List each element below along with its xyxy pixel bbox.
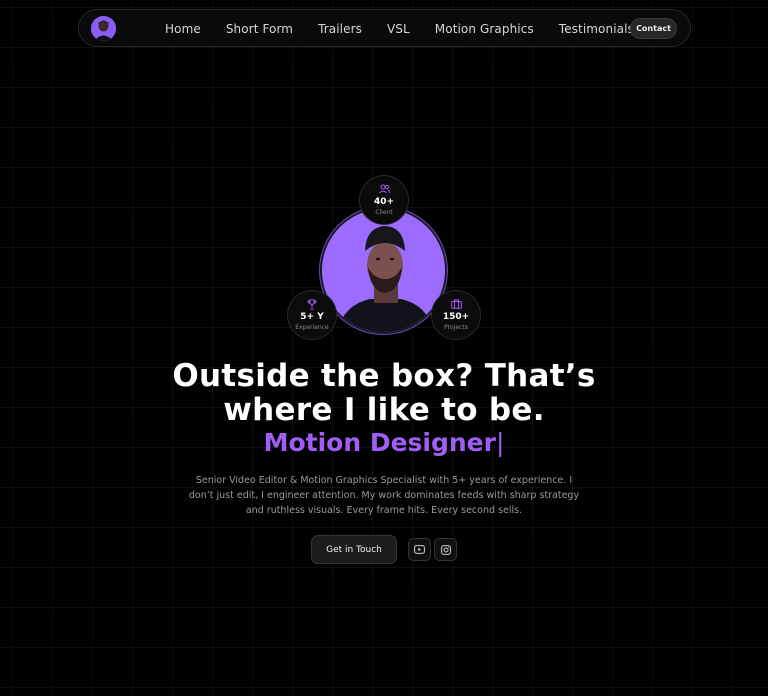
navbar: Home Short Form Trailers VSL Motion Grap… bbox=[78, 9, 691, 47]
stat-projects: 150+ Projects bbox=[431, 290, 481, 340]
stat-projects-value: 150+ bbox=[442, 311, 470, 322]
youtube-icon bbox=[414, 545, 425, 554]
youtube-link[interactable] bbox=[408, 538, 431, 561]
hero-description: Senior Video Editor & Motion Graphics Sp… bbox=[188, 475, 580, 516]
nav-link-short-form[interactable]: Short Form bbox=[226, 22, 293, 36]
briefcase-icon bbox=[450, 299, 462, 310]
trophy-icon bbox=[307, 299, 317, 310]
nav-link-testimonials[interactable]: Testimonials bbox=[559, 22, 634, 36]
hero-headline-line2: where I like to be. bbox=[223, 392, 545, 428]
users-icon bbox=[378, 184, 390, 195]
hero-headline-line1: Outside the box? That’s bbox=[172, 358, 596, 394]
nav-link-motion-graphics[interactable]: Motion Graphics bbox=[435, 22, 534, 36]
typing-cursor: | bbox=[495, 428, 505, 457]
stat-experience: 5+ Y Experience bbox=[287, 290, 337, 340]
stat-clients-label: Client bbox=[375, 208, 393, 216]
instagram-link[interactable] bbox=[434, 538, 457, 561]
nav-link-trailers[interactable]: Trailers bbox=[318, 22, 362, 36]
get-in-touch-button[interactable]: Get in Touch bbox=[311, 535, 397, 564]
contact-button[interactable]: Contact bbox=[630, 18, 677, 39]
avatar[interactable] bbox=[91, 16, 116, 41]
stat-projects-label: Projects bbox=[444, 323, 468, 331]
nav-link-home[interactable]: Home bbox=[165, 22, 201, 36]
stat-experience-value: 5+ Y bbox=[300, 311, 324, 322]
nav-link-vsl[interactable]: VSL bbox=[387, 22, 410, 36]
hero-headline: Outside the box? That’s where I like to … bbox=[0, 359, 768, 427]
stat-clients: 40+ Client bbox=[359, 175, 409, 225]
hero-role: Motion Designer| bbox=[0, 427, 768, 459]
page: Home Short Form Trailers VSL Motion Grap… bbox=[0, 0, 768, 696]
stat-clients-value: 40+ bbox=[373, 196, 395, 207]
portrait-photo bbox=[320, 207, 447, 334]
instagram-icon bbox=[440, 544, 451, 555]
nav-links: Home Short Form Trailers VSL Motion Grap… bbox=[165, 10, 659, 48]
hero-role-text: Motion Designer bbox=[263, 428, 496, 457]
stat-experience-label: Experience bbox=[295, 323, 329, 331]
